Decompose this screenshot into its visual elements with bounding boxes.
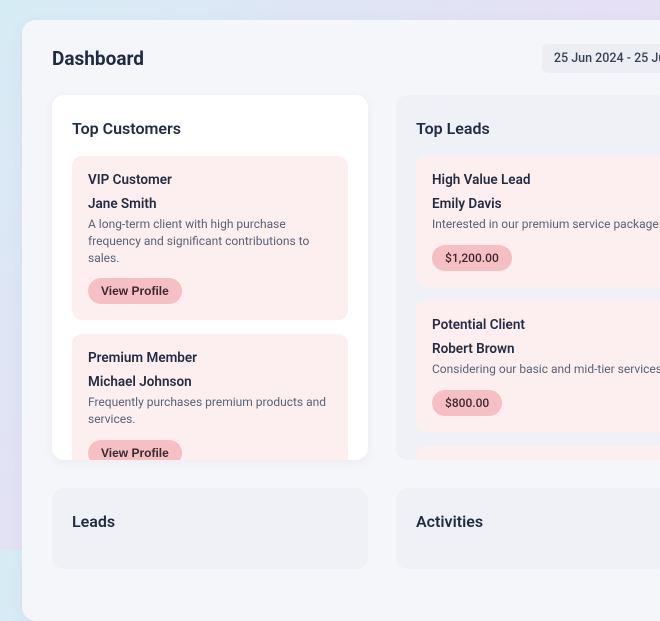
date-range-picker[interactable]: 25 Jun 2024 - 25 Jul 2024 <box>542 44 660 73</box>
customer-card: Premium Member Michael Johnson Frequentl… <box>72 334 348 460</box>
customer-desc: Frequently purchases premium products an… <box>88 394 332 428</box>
lead-card: High Value Lead Emily Davis Interested i… <box>416 156 660 287</box>
customer-name: Jane Smith <box>88 196 332 212</box>
lead-value-badge: $800.00 <box>432 390 502 416</box>
leads-panel: Leads <box>52 488 368 569</box>
customer-category: Premium Member <box>88 350 332 366</box>
customer-desc: A long-term client with high purchase fr… <box>88 216 332 266</box>
customer-category: VIP Customer <box>88 172 332 188</box>
panel-title: Activities <box>416 512 660 531</box>
top-customers-panel: Top Customers VIP Customer Jane Smith A … <box>52 95 368 460</box>
activities-panel: Activities <box>396 488 660 569</box>
lead-card: Potential Client Robert Brown Considerin… <box>416 301 660 432</box>
left-column: Top Customers VIP Customer Jane Smith A … <box>52 95 368 597</box>
lead-value-badge: $1,200.00 <box>432 245 512 271</box>
content-grid: Top Customers VIP Customer Jane Smith A … <box>52 95 660 597</box>
header: Dashboard 25 Jun 2024 - 25 Jul 2024 <box>52 44 660 73</box>
panel-title: Top Customers <box>72 119 348 138</box>
customer-card: VIP Customer Jane Smith A long-term clie… <box>72 156 348 320</box>
lead-card: New Prospect Sarah Wilson <box>416 446 660 460</box>
view-profile-button[interactable]: View Profile <box>88 278 182 304</box>
customer-name: Michael Johnson <box>88 374 332 390</box>
lead-desc: Considering our basic and mid-tier servi… <box>432 361 660 378</box>
page-title: Dashboard <box>52 47 144 70</box>
panel-title: Leads <box>72 512 348 531</box>
lead-name: Robert Brown <box>432 341 660 357</box>
dashboard-frame: Dashboard 25 Jun 2024 - 25 Jul 2024 Top … <box>22 20 660 621</box>
lead-category: Potential Client <box>432 317 660 333</box>
lead-category: High Value Lead <box>432 172 660 188</box>
lead-desc: Interested in our premium service packag… <box>432 216 660 233</box>
top-leads-panel: Top Leads High Value Lead Emily Davis In… <box>396 95 660 460</box>
panel-title: Top Leads <box>416 119 660 138</box>
right-column: Top Leads High Value Lead Emily Davis In… <box>396 95 660 597</box>
lead-name: Emily Davis <box>432 196 660 212</box>
view-profile-button[interactable]: View Profile <box>88 440 182 460</box>
